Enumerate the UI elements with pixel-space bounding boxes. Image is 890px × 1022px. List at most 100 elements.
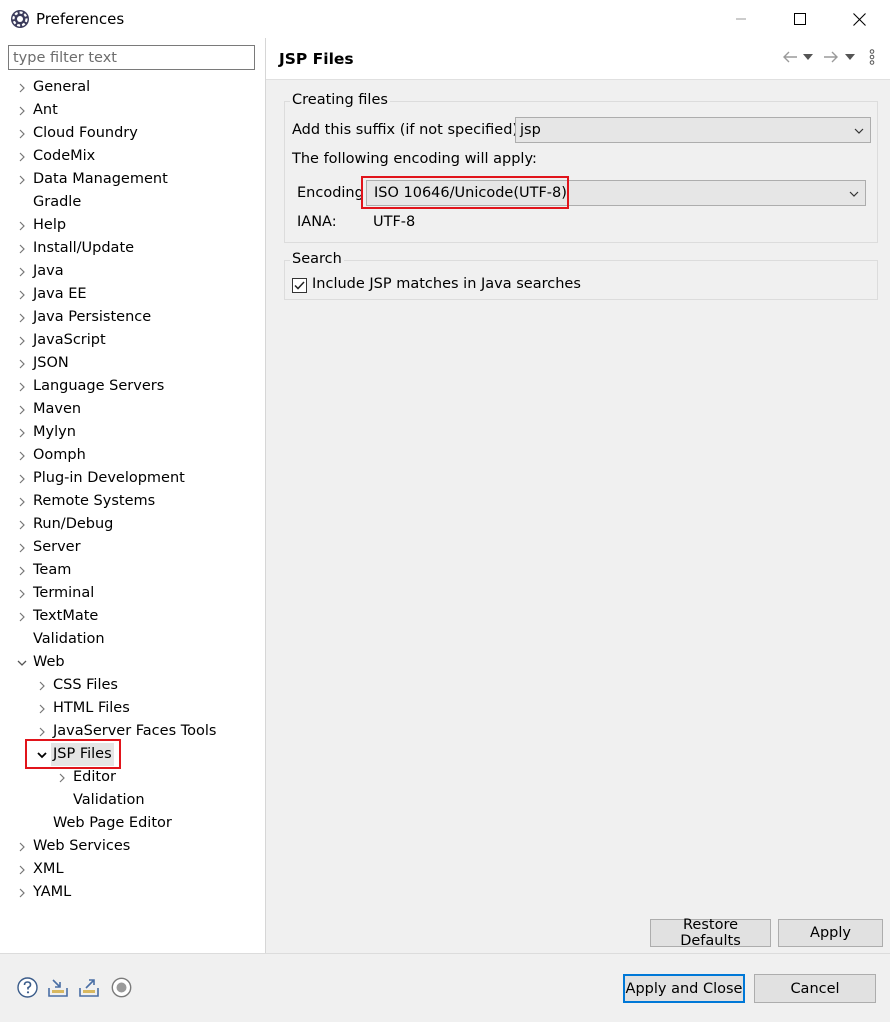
minimize-button[interactable] — [712, 0, 770, 38]
tree-item[interactable]: Server — [0, 536, 265, 559]
view-menu-button[interactable] — [866, 48, 878, 66]
chevron-right-icon[interactable] — [14, 352, 30, 375]
chevron-right-icon[interactable] — [54, 766, 70, 789]
chevron-right-icon[interactable] — [14, 881, 30, 904]
filter-input[interactable] — [8, 45, 255, 70]
close-window-button[interactable] — [830, 0, 888, 38]
chevron-right-icon[interactable] — [34, 720, 50, 743]
chevron-right-icon[interactable] — [14, 398, 30, 421]
chevron-right-icon[interactable] — [14, 145, 30, 168]
tree-item[interactable]: Team — [0, 559, 265, 582]
tree-item[interactable]: Ant — [0, 99, 265, 122]
tree-item[interactable]: Maven — [0, 398, 265, 421]
chevron-right-icon[interactable] — [14, 421, 30, 444]
chevron-right-icon[interactable] — [14, 237, 30, 260]
chevron-right-icon[interactable] — [34, 697, 50, 720]
tree-item[interactable]: JSP Files — [0, 743, 265, 766]
chevron-down-icon[interactable] — [34, 743, 50, 766]
chevron-right-icon[interactable] — [14, 122, 30, 145]
chevron-right-icon[interactable] — [14, 467, 30, 490]
tree-item[interactable]: Web — [0, 651, 265, 674]
help-icon — [16, 976, 38, 998]
forward-button[interactable] — [822, 48, 840, 66]
tree-item[interactable]: Validation — [0, 628, 265, 651]
include-jsp-checkbox[interactable] — [292, 278, 307, 293]
import-icon — [48, 979, 68, 997]
tree-item[interactable]: JavaServer Faces Tools — [0, 720, 265, 743]
tree-item-label: Oomph — [33, 447, 86, 463]
chevron-right-icon[interactable] — [14, 513, 30, 536]
chevron-right-icon[interactable] — [14, 582, 30, 605]
eclipse-gear-icon — [11, 10, 29, 28]
tree-item[interactable]: Java EE — [0, 283, 265, 306]
chevron-right-icon[interactable] — [14, 76, 30, 99]
chevron-right-icon[interactable] — [14, 835, 30, 858]
chevron-right-icon[interactable] — [14, 99, 30, 122]
tree-item[interactable]: Remote Systems — [0, 490, 265, 513]
chevron-right-icon[interactable] — [14, 858, 30, 881]
tree-item[interactable]: CSS Files — [0, 674, 265, 697]
tree-item-label: CodeMix — [33, 148, 96, 164]
tree-item[interactable]: Java — [0, 260, 265, 283]
tree-item[interactable]: Run/Debug — [0, 513, 265, 536]
help-button[interactable] — [16, 976, 38, 998]
apply-button[interactable]: Apply — [778, 919, 883, 947]
chevron-right-icon[interactable] — [14, 329, 30, 352]
tree-item[interactable]: Help — [0, 214, 265, 237]
tree-item[interactable]: Oomph — [0, 444, 265, 467]
chevron-right-icon[interactable] — [14, 214, 30, 237]
tree-item[interactable]: CodeMix — [0, 145, 265, 168]
tree-item[interactable]: Validation — [0, 789, 265, 812]
tree-item-label: Web Services — [33, 838, 131, 854]
back-menu-button[interactable] — [802, 48, 814, 66]
tree-item[interactable]: Plug-in Development — [0, 467, 265, 490]
tree-item[interactable]: Gradle — [0, 191, 265, 214]
cancel-button[interactable]: Cancel — [754, 974, 876, 1003]
tree-item-label: General — [33, 79, 91, 95]
export-button[interactable] — [78, 976, 100, 998]
include-jsp-label: Include JSP matches in Java searches — [312, 276, 581, 292]
tree-item-label: Data Management — [33, 171, 168, 187]
chevron-right-icon[interactable] — [14, 605, 30, 628]
tree-item[interactable]: Cloud Foundry — [0, 122, 265, 145]
tree-item[interactable]: JSON — [0, 352, 265, 375]
chevron-right-icon[interactable] — [14, 444, 30, 467]
chevron-right-icon[interactable] — [14, 490, 30, 513]
back-button[interactable] — [781, 48, 799, 66]
tree-item[interactable]: Mylyn — [0, 421, 265, 444]
tree-item[interactable]: XML — [0, 858, 265, 881]
maximize-button[interactable] — [771, 0, 829, 38]
chevron-right-icon[interactable] — [14, 306, 30, 329]
page-title: JSP Files — [279, 50, 354, 68]
tree-item[interactable]: Language Servers — [0, 375, 265, 398]
tree-item[interactable]: Java Persistence — [0, 306, 265, 329]
tree-item[interactable]: Terminal — [0, 582, 265, 605]
tree-item[interactable]: TextMate — [0, 605, 265, 628]
chevron-right-icon[interactable] — [14, 559, 30, 582]
chevron-right-icon[interactable] — [14, 168, 30, 191]
export-icon — [79, 979, 99, 997]
tree-item-label: Plug-in Development — [33, 470, 185, 486]
suffix-combo[interactable]: jsp — [515, 117, 871, 143]
tree-item[interactable]: Web Page Editor — [0, 812, 265, 835]
chevron-right-icon[interactable] — [14, 260, 30, 283]
chevron-right-icon[interactable] — [14, 375, 30, 398]
tree-item[interactable]: HTML Files — [0, 697, 265, 720]
import-button[interactable] — [47, 976, 69, 998]
forward-menu-button[interactable] — [844, 48, 856, 66]
tree-item[interactable]: Install/Update — [0, 237, 265, 260]
chevron-down-icon[interactable] — [14, 651, 30, 674]
restore-defaults-button[interactable]: Restore Defaults — [650, 917, 771, 949]
tree-item[interactable]: JavaScript — [0, 329, 265, 352]
tree-item[interactable]: Web Services — [0, 835, 265, 858]
chevron-right-icon[interactable] — [14, 283, 30, 306]
apply-and-close-button[interactable]: Apply and Close — [623, 974, 745, 1003]
tree-item[interactable]: Data Management — [0, 168, 265, 191]
chevron-right-icon[interactable] — [34, 674, 50, 697]
tree-item[interactable]: YAML — [0, 881, 265, 904]
tree-item[interactable]: Editor — [0, 766, 265, 789]
encoding-combo[interactable]: ISO 10646/Unicode(UTF-8) — [366, 180, 866, 206]
record-button[interactable] — [110, 976, 132, 998]
tree-item[interactable]: General — [0, 76, 265, 99]
chevron-right-icon[interactable] — [14, 536, 30, 559]
